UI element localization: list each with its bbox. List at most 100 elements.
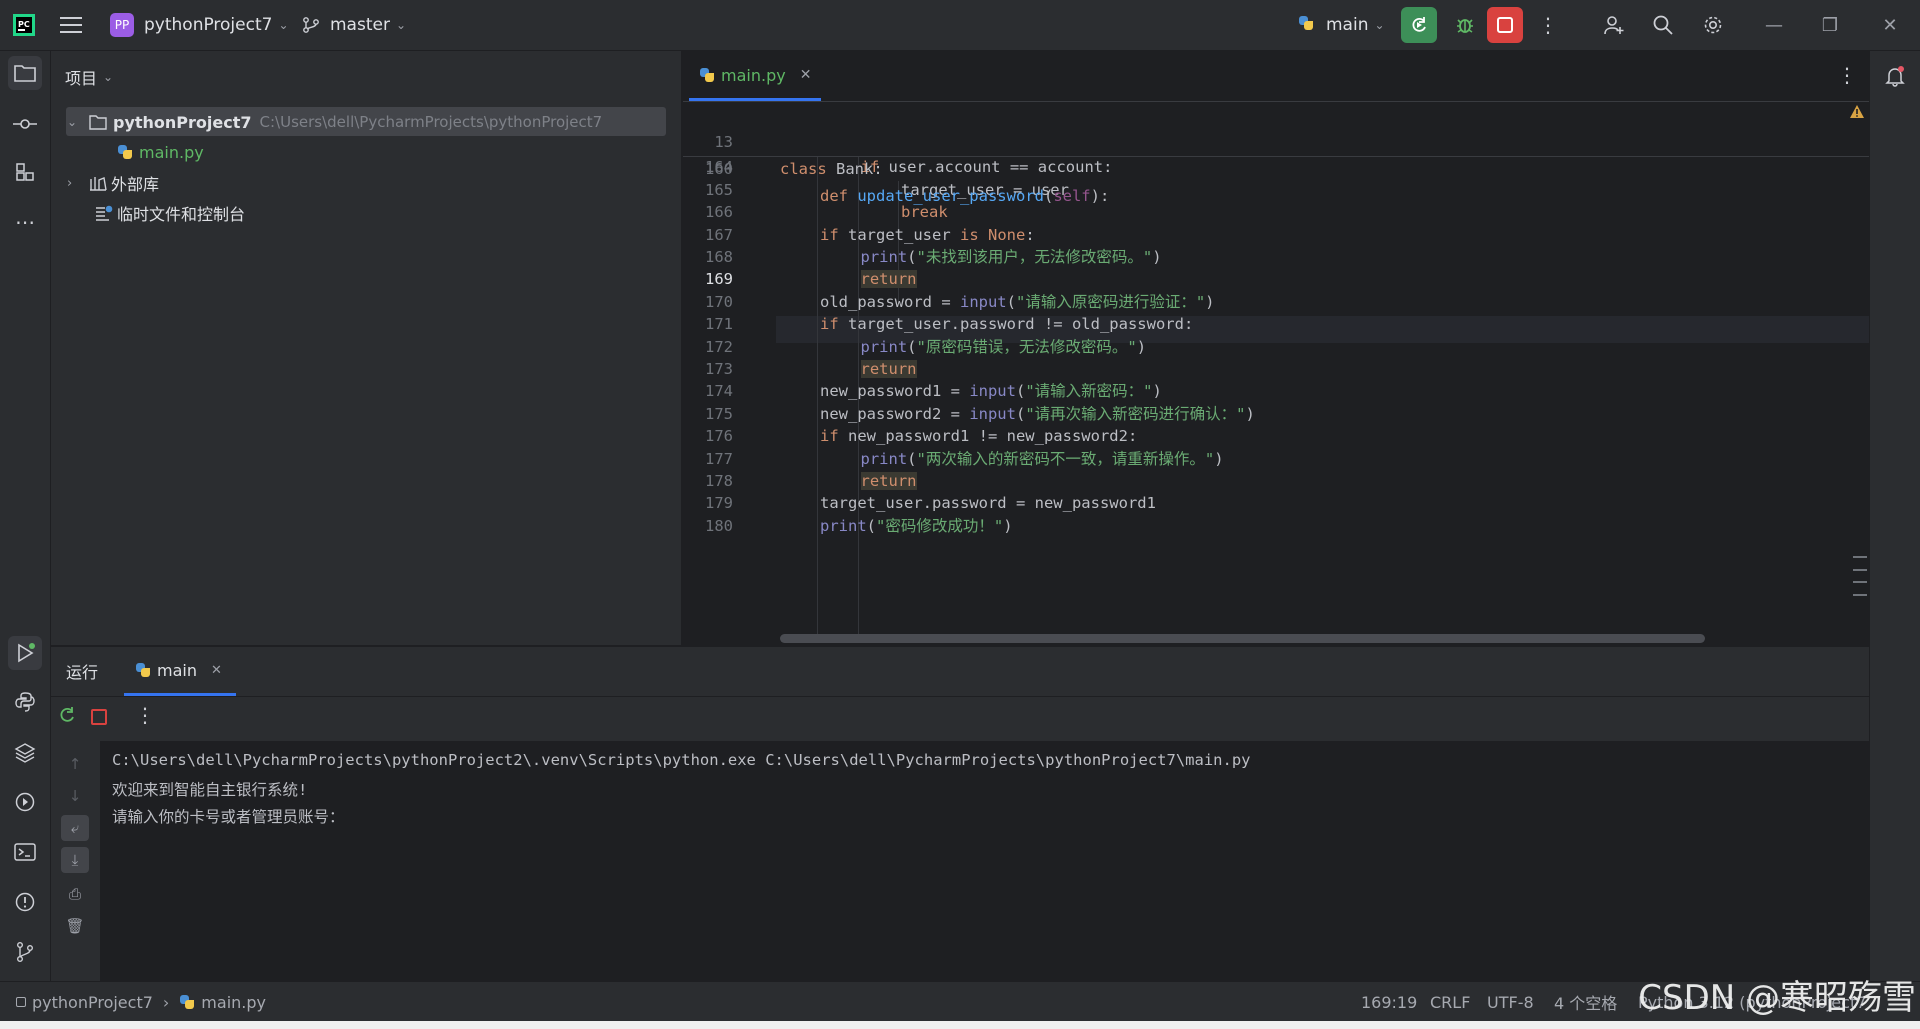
scroll-to-end-icon[interactable]: ⤓ [61, 847, 89, 873]
project-switcher[interactable]: PP pythonProject7 ⌄ [110, 0, 289, 50]
more-tools-icon[interactable]: ⋯ [8, 205, 42, 239]
commit-icon[interactable] [8, 107, 42, 141]
python-file-icon [699, 67, 715, 83]
tab-main-py[interactable]: main.py ✕ [699, 51, 811, 99]
project-badge: PP [110, 13, 134, 37]
close-tab-icon[interactable]: ✕ [800, 67, 812, 83]
branch-switcher[interactable]: master ⌄ [302, 0, 406, 50]
run-config-name: main [1326, 15, 1369, 35]
git-branch-icon [303, 17, 319, 33]
breadcrumb[interactable]: pythonProject7 › main.py [16, 982, 266, 1022]
trash-icon[interactable]: 🗑 [61, 913, 89, 939]
pycharm-logo-icon[interactable]: PC [12, 0, 36, 50]
line-ending[interactable]: CRLF [1430, 982, 1470, 1022]
layers-icon[interactable] [8, 735, 42, 769]
run-config-selector[interactable]: main ⌄ [1298, 0, 1385, 50]
close-tab-icon[interactable]: ✕ [211, 663, 222, 678]
taskbar-edge [0, 1021, 1920, 1029]
run-tab-main[interactable]: main ✕ [135, 655, 222, 685]
restore-icon[interactable]: ❐ [1802, 0, 1858, 50]
chevron-down-icon: ⌄ [103, 70, 114, 84]
title-bar: PC PP pythonProject7 ⌄ master ⌄ main ⌄ ⋮… [0, 0, 1920, 51]
scratches-label: 临时文件和控制台 [117, 205, 246, 224]
code-text: print("密码修改成功！") [820, 516, 1013, 535]
sticky-line[interactable]: 13 class Bank: [683, 102, 882, 178]
project-panel: 项目 ⌄ ⌄ pythonProject7 C:\Users\dell\Pych… [51, 51, 682, 645]
notifications-icon[interactable] [1878, 59, 1912, 93]
sticky-scroll-header: 13 class Bank: 160 def update_user_passw… [683, 102, 1869, 205]
svg-text:PC: PC [18, 20, 30, 29]
chevron-down-icon: ⌄ [1374, 18, 1385, 32]
run-panel-title: 运行 [66, 663, 99, 682]
more-actions-icon[interactable]: ⋮ [1533, 7, 1563, 43]
chevron-down-icon: ⌄ [67, 115, 78, 129]
indent-setting[interactable]: 4 个空格 [1554, 982, 1617, 1022]
minimize-icon[interactable]: — [1746, 0, 1802, 50]
run-tool-icon[interactable] [8, 636, 42, 670]
chevron-right-icon: › [67, 175, 73, 191]
console-line: C:\Users\dell\PycharmProjects\pythonProj… [112, 751, 1251, 769]
warning-icon[interactable] [1849, 104, 1865, 123]
tree-file-main[interactable]: main.py [117, 138, 204, 166]
console-output[interactable]: C:\Users\dell\PycharmProjects\pythonProj… [100, 741, 1869, 982]
editor-tab-bar: main.py ✕ ⋮ [683, 51, 1869, 102]
project-panel-header[interactable]: 项目 ⌄ [65, 65, 113, 89]
tree-scratches[interactable]: 临时文件和控制台 [95, 199, 245, 227]
more-actions-icon[interactable]: ⋮ [135, 703, 155, 727]
console-line: 请输入你的卡号或者管理员账号： [112, 808, 345, 826]
terminal-icon[interactable] [8, 835, 42, 869]
print-icon[interactable]: ⎙ [61, 881, 89, 907]
debug-button[interactable] [1447, 7, 1483, 43]
active-tab-indicator [689, 98, 821, 101]
arrow-up-icon[interactable]: ↑ [61, 751, 89, 777]
gear-icon[interactable] [1695, 7, 1731, 43]
editor-more-icon[interactable]: ⋮ [1837, 63, 1857, 87]
chevron-down-icon: ⌄ [278, 18, 289, 32]
watermark: CSDN @寒昭殇雪 [1638, 978, 1916, 1018]
rerun-icon[interactable] [57, 705, 79, 729]
branch-name: master [330, 15, 390, 35]
soft-wrap-icon[interactable]: ⤶ [61, 815, 89, 841]
stop-button[interactable] [1487, 7, 1523, 43]
divider [51, 696, 1869, 697]
services-icon[interactable] [8, 785, 42, 819]
line-number: 160 [705, 160, 733, 178]
add-user-icon[interactable] [1596, 7, 1632, 43]
search-icon[interactable] [1645, 7, 1681, 43]
chevron-right-icon: › [162, 992, 170, 1012]
git-icon[interactable] [8, 935, 42, 969]
scratches-icon [96, 205, 113, 221]
folder-icon[interactable] [8, 56, 42, 90]
problems-icon[interactable] [8, 885, 42, 919]
tree-external-libraries[interactable]: › 外部库 [67, 169, 159, 197]
line-number: 180 [705, 516, 733, 535]
sticky-class-line: class Bank: [780, 160, 883, 178]
sticky-line[interactable]: 160 def update_user_password(self): [683, 129, 1109, 205]
root-folder-path: C:\Users\dell\PycharmProjects\pythonProj… [259, 113, 603, 131]
vertical-scrollbar[interactable] [1853, 556, 1867, 596]
left-tool-strip: ⋯ [0, 51, 51, 981]
cursor-position[interactable]: 169:19 [1361, 982, 1417, 1022]
breadcrumb-project: pythonProject7 [32, 992, 153, 1012]
tree-root[interactable]: ⌄ pythonProject7 C:\Users\dell\PycharmPr… [67, 108, 602, 136]
code-editor[interactable]: main.py ✕ ⋮ 13 class Bank: 160 def updat… [683, 51, 1869, 645]
structure-icon[interactable] [8, 155, 42, 189]
chevron-down-icon: ⌄ [395, 18, 407, 32]
bug-icon [1457, 19, 1473, 33]
main-menu-icon[interactable] [60, 0, 82, 50]
file-name: main.py [139, 142, 204, 162]
python-console-icon[interactable] [8, 685, 42, 719]
rerun-icon [1412, 17, 1426, 32]
close-icon[interactable]: ✕ [1862, 0, 1918, 50]
arrow-down-icon[interactable]: ↓ [61, 783, 89, 809]
library-icon [90, 177, 107, 191]
sticky-def-line: def update_user_password(self): [820, 187, 1110, 205]
breadcrumb-file: main.py [201, 992, 266, 1012]
tab-label: main.py [721, 65, 786, 85]
horizontal-scrollbar[interactable] [780, 634, 1705, 643]
file-encoding[interactable]: UTF-8 [1487, 982, 1534, 1022]
python-file-icon [179, 994, 195, 1010]
rerun-button[interactable] [1401, 7, 1437, 43]
console-line: 欢迎来到智能自主银行系统! [112, 781, 308, 799]
stop-icon[interactable] [91, 709, 107, 725]
